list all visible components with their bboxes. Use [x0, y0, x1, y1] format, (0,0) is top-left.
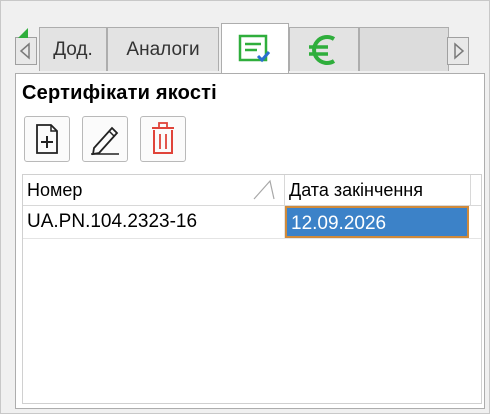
tab-fold-indicator-icon: [18, 28, 28, 38]
sort-indicator-icon: [253, 179, 275, 200]
toolbar: [24, 116, 186, 162]
edit-pencil-icon: [91, 126, 119, 156]
grid-header: Номер Дата закінчення: [23, 175, 481, 206]
tab-analogs-label: Аналоги: [126, 38, 200, 60]
tab-additional-label: Дод.: [53, 38, 93, 60]
column-header-number[interactable]: Номер: [23, 175, 285, 205]
tab-scroll-left-button[interactable]: [15, 37, 37, 65]
tab-strip: Дод. Аналоги: [15, 23, 485, 75]
tab-blank: [359, 27, 449, 71]
tab-analogs[interactable]: Аналоги: [107, 27, 219, 71]
certificates-grid[interactable]: Номер Дата закінчення UA.PN.104.2323-16 …: [22, 174, 482, 404]
certificate-check-icon: [238, 34, 271, 62]
tab-prices[interactable]: [289, 27, 359, 71]
column-header-expiry-date[interactable]: Дата закінчення: [285, 175, 471, 205]
add-certificate-button[interactable]: [24, 116, 70, 162]
tab-certificates[interactable]: [221, 23, 289, 73]
tab-scroll-right-button[interactable]: [447, 37, 469, 65]
certificates-panel: Сертифікати якості Номер Дата закінчення…: [15, 73, 485, 409]
cell-certificate-number[interactable]: UA.PN.104.2323-16: [23, 206, 285, 238]
table-row[interactable]: UA.PN.104.2323-16 12.09.2026: [23, 206, 481, 239]
euro-icon: [309, 34, 336, 65]
delete-trash-icon: [152, 122, 174, 154]
cell-expiry-date-selected[interactable]: 12.09.2026: [285, 206, 469, 238]
delete-certificate-button[interactable]: [140, 116, 186, 162]
window-frame: Дод. Аналоги Сертифікати якості Номер Да…: [0, 0, 490, 414]
edit-certificate-button[interactable]: [82, 116, 128, 162]
panel-title: Сертифікати якості: [22, 82, 217, 104]
chevron-left-icon: [19, 42, 30, 60]
column-header-expiry-date-label: Дата закінчення: [289, 180, 423, 200]
column-header-number-label: Номер: [27, 180, 83, 200]
chevron-right-icon: [454, 42, 465, 60]
tab-additional[interactable]: Дод.: [39, 27, 107, 71]
add-document-icon: [36, 124, 58, 154]
